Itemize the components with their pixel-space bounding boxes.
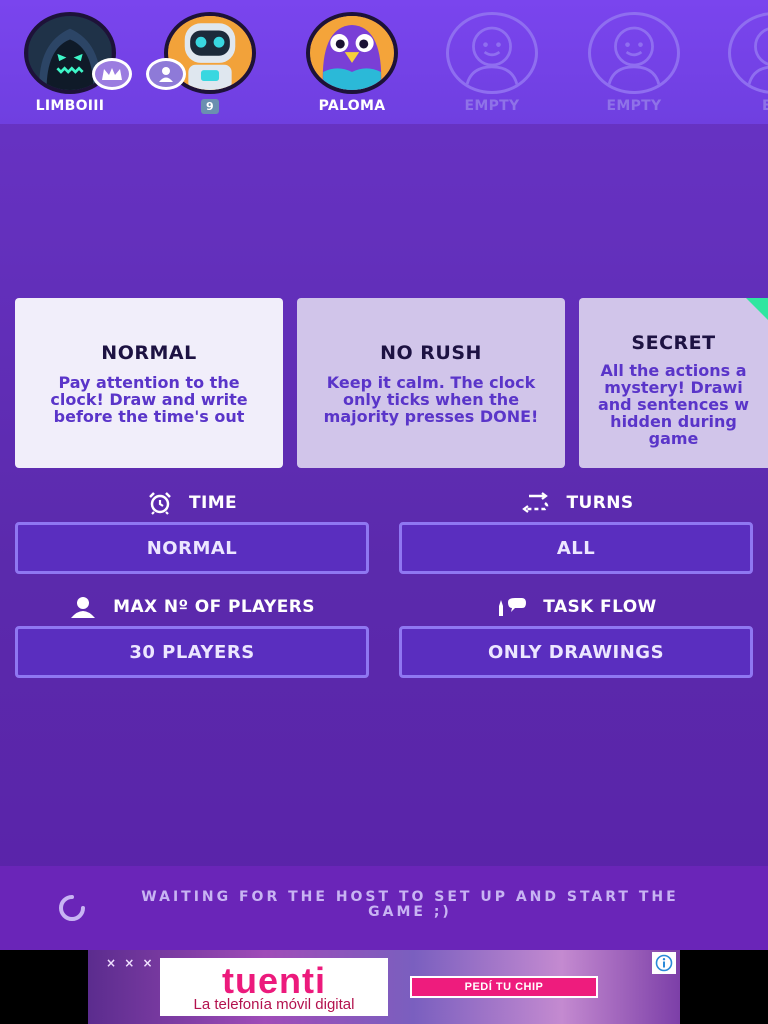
max-players-label: MAX Nº OF PLAYERS <box>15 594 369 620</box>
time-label: TIME <box>15 490 369 516</box>
pigeon-icon <box>306 12 398 94</box>
task-flow-select[interactable]: ONLY DRAWINGS <box>399 626 753 678</box>
user-icon <box>146 58 186 90</box>
player-slot-2[interactable]: 9 <box>146 10 270 120</box>
game-mode-carousel[interactable]: NORMAL Pay attention to the clock! Draw … <box>0 298 768 468</box>
mode-description: Pay attention to the clock! Draw and wri… <box>50 373 248 426</box>
user-icon <box>71 597 96 618</box>
turns-select[interactable]: ALL <box>399 522 753 574</box>
player-name: LIMBOIII <box>35 98 105 114</box>
player-slot-empty[interactable]: EM <box>714 10 768 120</box>
ad-tagline: La telefonía móvil digital <box>193 996 355 1013</box>
info-icon[interactable] <box>652 952 676 974</box>
new-corner-ribbon <box>746 298 768 324</box>
mode-title: SECRET <box>631 332 716 354</box>
empty-avatar-icon <box>728 12 768 94</box>
player-name: PALOMA <box>318 98 386 114</box>
mode-title: NORMAL <box>101 342 197 364</box>
turns-label-text: TURNS <box>566 493 634 513</box>
number-badge: 9 <box>201 99 219 114</box>
ad-strip: × × × tuenti La telefonía móvil digital … <box>0 950 768 1024</box>
time-label-text: TIME <box>188 493 238 513</box>
turns-label: TURNS <box>399 490 753 516</box>
player-name: 9 <box>150 98 270 114</box>
empty-avatar-icon <box>446 12 538 94</box>
ad-logo-box: tuenti La telefonía móvil digital <box>160 958 388 1016</box>
mode-title: NO RUSH <box>380 342 482 364</box>
alarm-clock-icon <box>149 492 171 515</box>
crown-icon <box>92 58 132 90</box>
player-slot-empty[interactable]: EMPTY <box>574 10 694 120</box>
player-slot-1[interactable]: LIMBOIII <box>10 10 132 120</box>
status-bar: WAITING FOR THE HOST TO SET UP AND START… <box>0 866 768 950</box>
brush-speech-icon <box>499 598 527 616</box>
player-name: EM <box>761 98 768 114</box>
player-slot-3[interactable]: PALOMA <box>292 10 412 120</box>
players-bar: LIMBOIII 9 PALOMA EMPTY EMPTY E <box>0 0 768 124</box>
turns-flow-icon <box>521 492 548 513</box>
max-players-label-text: MAX Nº OF PLAYERS <box>113 597 315 617</box>
status-message: WAITING FOR THE HOST TO SET UP AND START… <box>141 889 679 920</box>
mode-description: All the actions a mystery! Drawi and sen… <box>597 362 750 448</box>
time-select[interactable]: NORMAL <box>15 522 369 574</box>
mode-card-normal[interactable]: NORMAL Pay attention to the clock! Draw … <box>15 298 283 468</box>
ad-decor-marks: × × × <box>106 956 155 970</box>
mode-card-no-rush[interactable]: NO RUSH Keep it calm. The clock only tic… <box>297 298 565 468</box>
spinner-icon <box>59 895 85 921</box>
ad-banner[interactable]: × × × tuenti La telefonía móvil digital … <box>88 950 680 1024</box>
ad-cta-button[interactable]: PEDÍ TU CHIP <box>410 976 598 998</box>
mode-card-secret[interactable]: SECRET All the actions a mystery! Drawi … <box>579 298 768 468</box>
max-players-select[interactable]: 30 PLAYERS <box>15 626 369 678</box>
mode-description: Keep it calm. The clock only ticks when … <box>323 373 539 426</box>
task-flow-label-text: TASK FLOW <box>543 597 657 617</box>
player-name: EMPTY <box>464 98 520 114</box>
player-slot-empty[interactable]: EMPTY <box>432 10 552 120</box>
task-flow-label: TASK FLOW <box>399 594 753 620</box>
player-name: EMPTY <box>606 98 662 114</box>
empty-avatar-icon <box>588 12 680 94</box>
